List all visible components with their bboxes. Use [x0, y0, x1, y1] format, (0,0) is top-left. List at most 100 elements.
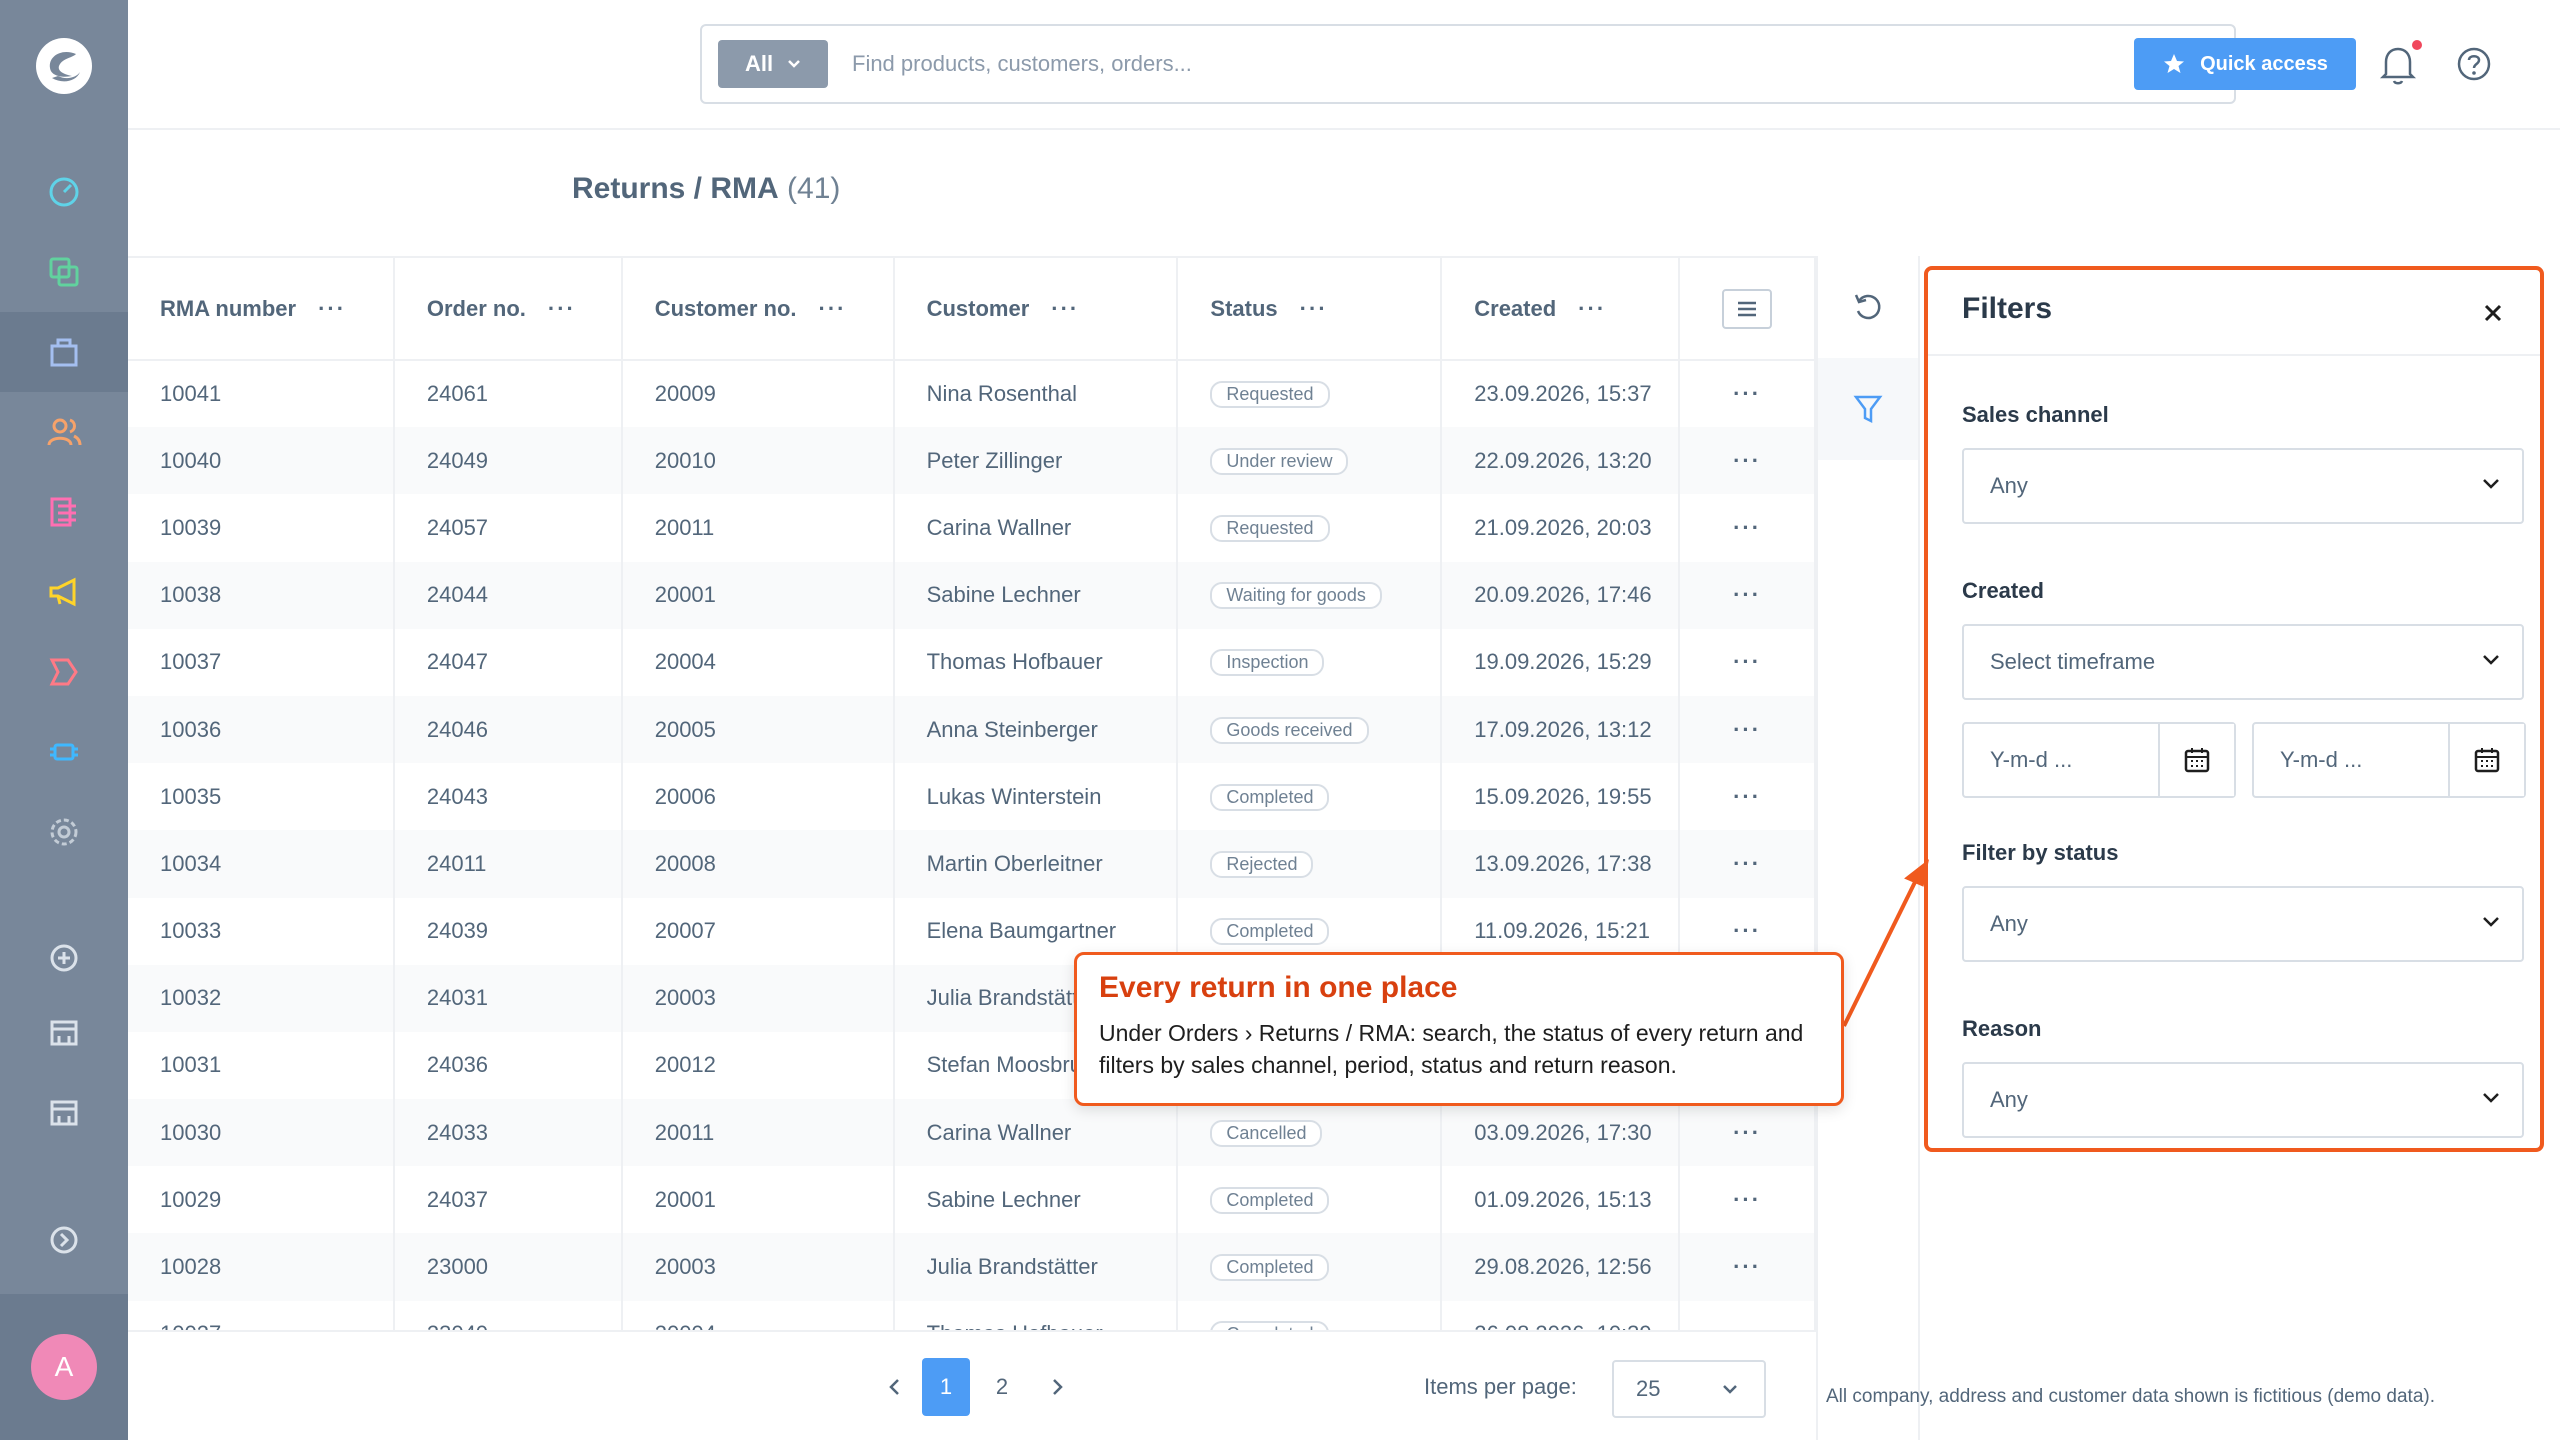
row-actions-menu[interactable]: ···: [1679, 628, 1816, 696]
next-page-button[interactable]: [1034, 1358, 1082, 1416]
rma-number-cell: 10033: [128, 897, 395, 965]
table-row[interactable]: 10030 24033 20011 Carina Wallner Cancelled 03…: [128, 1099, 1816, 1167]
table-row[interactable]: 10040 24049 20010 Peter Zillinger Under revi…: [128, 427, 1816, 495]
date-from-field[interactable]: Y-m-d ...: [1962, 722, 2236, 798]
row-actions-menu[interactable]: ···: [1679, 427, 1816, 495]
column-header-rma-number[interactable]: RMA number ···: [128, 258, 395, 361]
column-header-order-no[interactable]: Order no. ···: [393, 258, 623, 361]
nav-marketing[interactable]: [0, 552, 128, 632]
order-number-cell-text: 24047: [426, 649, 489, 675]
order-number-cell: 24033: [393, 1099, 623, 1167]
page-button-2[interactable]: 2: [978, 1358, 1026, 1416]
rma-number-cell-text[interactable]: 10032: [160, 985, 221, 1010]
nav-catalogues[interactable]: [0, 232, 128, 312]
global-search: All: [700, 24, 2236, 104]
row-actions-menu[interactable]: ···: [1679, 1099, 1816, 1167]
column-header-status[interactable]: Status ···: [1177, 258, 1443, 361]
customer-name-cell: Lukas Winterstein: [893, 763, 1179, 831]
nav-storefront[interactable]: [0, 992, 128, 1072]
nav-settings[interactable]: [0, 792, 128, 872]
notifications-bell-icon[interactable]: [2378, 42, 2418, 86]
table-row[interactable]: 10029 24037 20001 Sabine Lechner Completed 01…: [128, 1166, 1816, 1234]
avatar[interactable]: A: [31, 1334, 97, 1400]
quick-access-button[interactable]: Quick access: [2134, 38, 2356, 90]
rma-number-cell-text[interactable]: 10027: [160, 1321, 221, 1330]
column-menu-icon[interactable]: ···: [318, 296, 346, 322]
column-header-customer-no[interactable]: Customer no. ···: [621, 258, 895, 361]
column-menu-icon[interactable]: ···: [1578, 296, 1606, 322]
rma-number-cell-text[interactable]: 10030: [160, 1120, 221, 1145]
row-actions-menu[interactable]: ···: [1679, 695, 1816, 764]
customer-number-cell: 20003: [621, 1233, 895, 1301]
table-row[interactable]: 10034 24011 20008 Martin Oberleitner Rejecte…: [128, 830, 1816, 898]
table-row[interactable]: 10036 24046 20005 Anna Steinberger Goods rec…: [128, 695, 1816, 764]
rma-number-cell-text[interactable]: 10039: [160, 515, 221, 540]
rma-number-cell-text[interactable]: 10029: [160, 1187, 221, 1212]
nav-storefront-2[interactable]: [0, 1072, 128, 1152]
nav-add-sales-channel[interactable]: [0, 918, 128, 998]
page-button-1[interactable]: 1: [922, 1358, 970, 1416]
customer-name-cell-text: Martin Oberleitner: [926, 850, 1103, 876]
nav-collapse[interactable]: [0, 1200, 128, 1280]
rma-number-cell-text[interactable]: 10028: [160, 1254, 221, 1279]
rma-number-cell-text[interactable]: 10034: [160, 851, 221, 876]
dashboard-icon: [49, 177, 79, 207]
column-settings-button[interactable]: [1722, 288, 1773, 329]
table-row[interactable]: 10028 23000 20003 Julia Brandstätter Complet…: [128, 1233, 1816, 1301]
help-icon[interactable]: [2456, 46, 2492, 82]
shopware-logo-icon[interactable]: [32, 34, 96, 98]
row-actions-menu[interactable]: ···: [1679, 494, 1816, 562]
rma-number-cell-text[interactable]: 10033: [160, 918, 221, 943]
row-actions-menu[interactable]: ···: [1679, 561, 1816, 629]
table-row[interactable]: 10038 24044 20001 Sabine Lechner Waiting for…: [128, 561, 1816, 629]
nav-customers[interactable]: [0, 392, 128, 472]
row-actions-menu[interactable]: ···: [1679, 360, 1816, 428]
table-row[interactable]: 10039 24057 20011 Carina Wallner Requested 21…: [128, 494, 1816, 562]
items-per-page-select[interactable]: 25: [1612, 1360, 1766, 1418]
search-scope-dropdown[interactable]: All: [718, 40, 828, 88]
sales-channel-select[interactable]: Any: [1962, 448, 2524, 524]
rma-number-cell-text[interactable]: 10031: [160, 1052, 221, 1077]
reason-filter-select[interactable]: Any: [1962, 1062, 2524, 1138]
order-number-cell: 24061: [393, 360, 623, 428]
rma-number-cell-text[interactable]: 10037: [160, 649, 221, 674]
table-row[interactable]: 10041 24061 20009 Nina Rosenthal Requested 23…: [128, 360, 1816, 428]
row-actions-menu[interactable]: ···: [1679, 1300, 1816, 1330]
column-header-customer[interactable]: Customer ···: [893, 258, 1179, 361]
row-actions-menu[interactable]: ···: [1679, 830, 1816, 898]
row-actions-menu[interactable]: ···: [1679, 763, 1816, 831]
date-from-calendar-button[interactable]: [2158, 724, 2234, 796]
column-menu-icon[interactable]: ···: [548, 296, 576, 322]
column-menu-icon[interactable]: ···: [819, 296, 847, 322]
chevron-down-icon: [2483, 655, 2499, 665]
rma-number-cell-text[interactable]: 10036: [160, 717, 221, 742]
column-menu-icon[interactable]: ···: [1300, 296, 1328, 322]
table-row[interactable]: 10035 24043 20006 Lukas Winterstein Complete…: [128, 763, 1816, 831]
rma-number-cell-text[interactable]: 10035: [160, 784, 221, 809]
column-menu-icon[interactable]: ···: [1051, 296, 1079, 322]
nav-content[interactable]: [0, 472, 128, 552]
nav-orders[interactable]: [0, 312, 128, 392]
table-row[interactable]: 10027 23040 20004 Thomas Hofbauer Completed 2…: [128, 1300, 1816, 1330]
row-actions-menu[interactable]: ···: [1679, 1166, 1816, 1234]
table-row[interactable]: 10037 24047 20004 Thomas Hofbauer Inspection…: [128, 628, 1816, 696]
date-to-field[interactable]: Y-m-d ...: [2252, 722, 2526, 798]
status-filter-select[interactable]: Any: [1962, 886, 2524, 962]
column-header-created[interactable]: Created ···: [1441, 258, 1681, 361]
refresh-button[interactable]: [1818, 256, 1918, 358]
nav-dashboard[interactable]: [0, 152, 128, 232]
row-actions-menu[interactable]: ···: [1679, 1233, 1816, 1301]
search-input[interactable]: [852, 40, 2052, 88]
rma-number-cell-text[interactable]: 10041: [160, 381, 221, 406]
quick-access-label: Quick access: [2200, 52, 2328, 75]
nav-extensions[interactable]: [0, 632, 128, 712]
close-icon[interactable]: [2476, 296, 2510, 330]
previous-page-button[interactable]: [870, 1358, 918, 1416]
date-to-calendar-button[interactable]: [2448, 724, 2524, 796]
nav-plugins[interactable]: [0, 712, 128, 792]
plugin-icon: [50, 743, 78, 761]
rma-number-cell-text[interactable]: 10040: [160, 448, 221, 473]
filter-toggle-button[interactable]: [1818, 358, 1918, 460]
created-timeframe-select[interactable]: Select timeframe: [1962, 624, 2524, 700]
rma-number-cell-text[interactable]: 10038: [160, 582, 221, 607]
